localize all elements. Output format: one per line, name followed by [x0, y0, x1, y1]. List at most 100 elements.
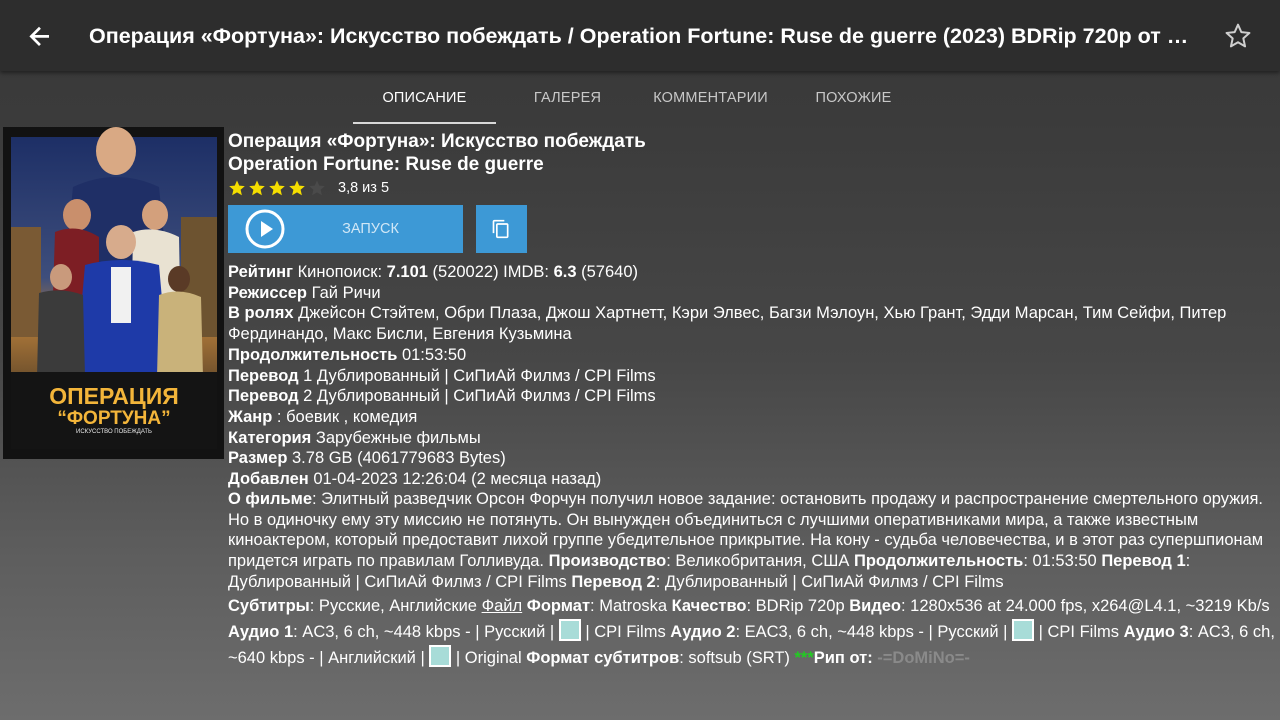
desc-label: Качество — [671, 596, 747, 615]
detail-text: : боевик , комедия — [272, 407, 418, 426]
movie-details: Рейтинг Кинопоиск: 7.101 (520022) IMDB: … — [228, 262, 1276, 490]
tab-gallery[interactable]: ГАЛЕРЕЯ — [496, 72, 639, 124]
movie-title-ru: Операция «Фортуна»: Искусство побеждать — [228, 131, 646, 152]
flag-image — [429, 644, 452, 667]
detail-text: (520022) IMDB: — [427, 263, 554, 281]
detail-text: 01:53:50 — [397, 345, 467, 364]
desc-label: Производство — [548, 552, 667, 571]
poster-tagline: ИСКУССТВО ПОБЕЖДАТЬ — [76, 429, 152, 435]
desc-text: : AC3, 6 ch, ~448 kbps - | Русский | — [293, 622, 559, 641]
star-filled-icon — [249, 180, 265, 196]
detail-label: Продолжительность — [228, 345, 398, 364]
movie-description: О фильме: Элитный разведчик Орсон Форчун… — [228, 489, 1280, 671]
rating-stars — [228, 179, 326, 197]
flag-image — [1012, 618, 1035, 641]
detail-label: Добавлен — [228, 470, 309, 489]
desc-label: Формат — [526, 596, 591, 615]
poster-title-line2: “ФОРТУНА” — [57, 408, 170, 429]
star-filled-icon — [229, 180, 245, 196]
app-bar: Операция «Фортуна»: Искусство побеждать … — [0, 0, 1280, 71]
detail-added: Добавлен 01-04-2023 12:26:04 (2 месяца н… — [228, 469, 1276, 490]
favorite-button[interactable] — [1222, 20, 1254, 52]
detail-genre: Жанр : боевик , комедия — [228, 407, 1276, 428]
detail-rating: Рейтинг Кинопоиск: 7.101 (520022) IMDB: … — [228, 262, 1276, 283]
detail-text: Гай Ричи — [307, 283, 381, 302]
copy-icon — [492, 219, 509, 239]
desc-label: Перевод 1 — [1101, 552, 1186, 571]
star-filled-icon — [269, 180, 285, 196]
detail-label: Перевод — [228, 366, 299, 385]
desc-text: | Original — [451, 648, 527, 667]
description-main: О фильме: Элитный разведчик Орсон Форчун… — [228, 490, 1263, 591]
back-button[interactable] — [22, 18, 58, 54]
desc-text: : BDRip 720p — [746, 596, 850, 615]
desc-text: : softsub (SRT) — [679, 648, 795, 667]
movie-poster[interactable]: ОПЕРАЦИЯ “ФОРТУНА” ИСКУССТВО ПОБЕЖДАТЬ — [3, 127, 224, 459]
tab-similar[interactable]: ПОХОЖИЕ — [782, 72, 925, 124]
detail-label: Режиссер — [228, 283, 308, 302]
tab-comments[interactable]: КОММЕНТАРИИ — [639, 72, 782, 124]
detail-text: Зарубежные фильмы — [311, 428, 481, 447]
detail-cast: В ролях Джейсон Стэйтем, Обри Плаза, Джо… — [228, 303, 1276, 344]
detail-category: Категория Зарубежные фильмы — [228, 428, 1276, 449]
desc-label: Аудио 3 — [1123, 622, 1189, 641]
description-tech: Субтитры: Русские, Английские Файл Форма… — [228, 593, 1280, 671]
poster-title-line1: ОПЕРАЦИЯ — [49, 383, 179, 409]
subtitle-file-link[interactable]: Файл — [482, 597, 523, 615]
tab-bar: ОПИСАНИЕ ГАЛЕРЕЯ КОММЕНТАРИИ ПОХОЖИЕ — [353, 72, 925, 124]
detail-duration: Продолжительность 01:53:50 — [228, 345, 1276, 366]
detail-label: Рейтинг — [228, 263, 293, 281]
imdb-rating-value: 6.3 — [553, 263, 577, 281]
desc-text: : 01:53:50 — [1023, 552, 1102, 571]
play-button-label: ЗАПУСК — [342, 221, 399, 237]
rating-row: 3,8 из 5 — [228, 176, 1278, 200]
desc-text: : Русские, Английские — [309, 596, 482, 615]
detail-label: Перевод — [228, 387, 299, 406]
desc-label: Аудио 1 — [228, 622, 294, 641]
desc-label: Продолжительность — [853, 552, 1024, 571]
detail-translation-2: Перевод 2 Дублированный | СиПиАй Филмз /… — [228, 386, 1276, 407]
detail-text: 01-04-2023 12:26:04 (2 месяца назад) — [308, 470, 602, 489]
detail-text: Джейсон Стэйтем, Обри Плаза, Джош Хартне… — [228, 304, 1227, 344]
arrow-back-icon — [29, 26, 49, 46]
movie-info-header: Операция «Фортуна»: Искусство побеждать … — [228, 130, 1278, 200]
desc-label: Аудио 2 — [670, 622, 736, 641]
poster-artwork: ОПЕРАЦИЯ “ФОРТУНА” ИСКУССТВО ПОБЕЖДАТЬ — [3, 127, 224, 459]
app-bar-title: Операция «Фортуна»: Искусство побеждать … — [89, 24, 1189, 48]
star-filled-icon — [289, 180, 305, 196]
detail-size: Размер 3.78 GB (4061779683 Bytes) — [228, 448, 1276, 469]
tab-description[interactable]: ОПИСАНИЕ — [353, 72, 496, 124]
rating-text: 3,8 из 5 — [338, 180, 390, 196]
detail-label: Категория — [228, 428, 312, 447]
ripper-name: -=DoMiNo=- — [877, 648, 970, 667]
desc-label: Перевод 2 — [571, 572, 656, 591]
detail-translation-1: Перевод 1 Дублированный | СиПиАй Филмз /… — [228, 366, 1276, 387]
star-outline-icon — [1225, 23, 1251, 48]
detail-director: Режиссер Гай Ричи — [228, 283, 1276, 304]
desc-text: : Великобритания, США — [666, 552, 854, 571]
desc-text: | CPI Films — [580, 622, 671, 641]
desc-label: О фильме — [228, 490, 313, 508]
desc-label: Рип от: — [813, 648, 878, 667]
green-stars-text: *** — [794, 648, 814, 667]
star-empty-icon — [309, 180, 325, 196]
detail-label: Размер — [228, 449, 288, 468]
flag-image — [558, 618, 581, 641]
copy-button[interactable] — [476, 205, 527, 253]
desc-label: Видео — [849, 596, 902, 615]
detail-text: 1 Дублированный | СиПиАй Филмз / CPI Fil… — [298, 366, 656, 385]
detail-label: Жанр — [228, 407, 273, 426]
desc-text: : Дублированный | СиПиАй Филмз / CPI Fil… — [655, 572, 1004, 591]
detail-text: 3.78 GB (4061779683 Bytes) — [287, 449, 506, 468]
detail-label: В ролях — [228, 304, 294, 323]
detail-text: Кинопоиск: — [292, 263, 387, 281]
movie-title-en: Operation Fortune: Ruse de guerre — [228, 154, 544, 175]
detail-text: 2 Дублированный | СиПиАй Филмз / CPI Fil… — [298, 387, 656, 406]
desc-text: | CPI Films — [1034, 622, 1124, 641]
kp-rating-value: 7.101 — [386, 263, 428, 281]
desc-text: : 1280x536 at 24.000 fps, x264@L4.1, ~32… — [901, 596, 1270, 615]
desc-label: Формат субтитров — [526, 648, 680, 667]
desc-text: : EAC3, 6 ch, ~448 kbps - | Русский | — [735, 622, 1013, 641]
detail-text: (57640) — [576, 263, 638, 281]
play-button[interactable]: ЗАПУСК — [228, 205, 463, 253]
